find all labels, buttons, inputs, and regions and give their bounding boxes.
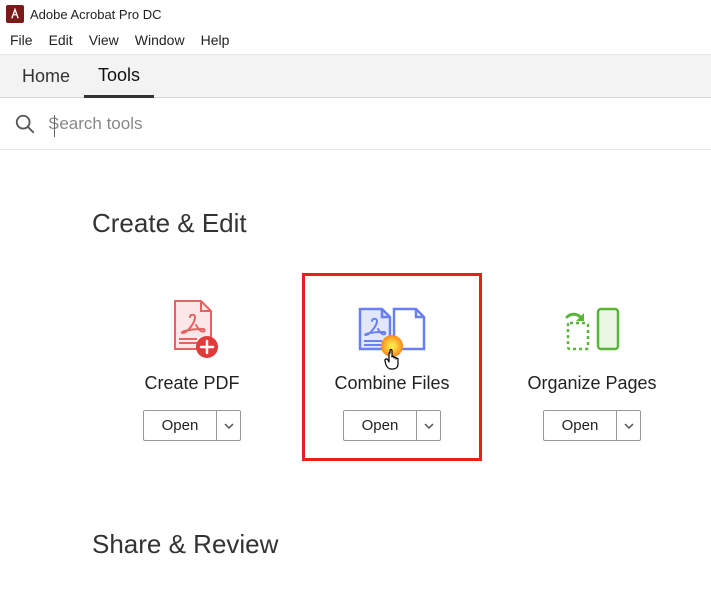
organize-pages-icon — [560, 289, 624, 371]
open-button-create-pdf[interactable]: Open — [143, 410, 218, 441]
chevron-down-icon — [224, 423, 234, 429]
open-dropdown-create-pdf[interactable] — [217, 410, 241, 441]
menu-view[interactable]: View — [89, 32, 119, 48]
acrobat-app-icon — [6, 5, 24, 23]
open-button-organize-pages[interactable]: Open — [543, 410, 618, 441]
menu-edit[interactable]: Edit — [49, 32, 73, 48]
text-cursor — [54, 115, 55, 137]
open-dropdown-organize-pages[interactable] — [617, 410, 641, 441]
open-button-combine-files[interactable]: Open — [343, 410, 418, 441]
section-title-share-review: Share & Review — [92, 529, 693, 560]
tool-card-create-pdf[interactable]: Create PDF Open — [92, 273, 292, 461]
tab-tools[interactable]: Tools — [84, 55, 154, 98]
tool-name-combine-files: Combine Files — [334, 373, 449, 394]
menu-window[interactable]: Window — [135, 32, 185, 48]
tabbar: Home Tools — [0, 54, 711, 98]
chevron-down-icon — [624, 423, 634, 429]
open-dropdown-combine-files[interactable] — [417, 410, 441, 441]
searchbar — [0, 98, 711, 150]
search-input[interactable] — [48, 114, 348, 134]
search-icon — [14, 113, 36, 135]
tool-name-create-pdf: Create PDF — [144, 373, 239, 394]
tool-card-organize-pages[interactable]: Organize Pages Open — [492, 273, 692, 461]
menu-help[interactable]: Help — [201, 32, 230, 48]
menu-file[interactable]: File — [10, 32, 33, 48]
section-title-create-edit: Create & Edit — [92, 208, 693, 239]
titlebar: Adobe Acrobat Pro DC — [0, 0, 711, 28]
tool-name-organize-pages: Organize Pages — [527, 373, 656, 394]
tab-home[interactable]: Home — [8, 56, 84, 96]
tool-card-combine-files[interactable]: Combine Files Open — [302, 273, 482, 461]
menubar: File Edit View Window Help — [0, 28, 711, 54]
create-pdf-icon — [163, 289, 221, 371]
chevron-down-icon — [424, 423, 434, 429]
combine-files-icon — [354, 289, 430, 371]
tools-row-create-edit: Create PDF Open — [92, 273, 693, 461]
app-title: Adobe Acrobat Pro DC — [30, 7, 162, 22]
